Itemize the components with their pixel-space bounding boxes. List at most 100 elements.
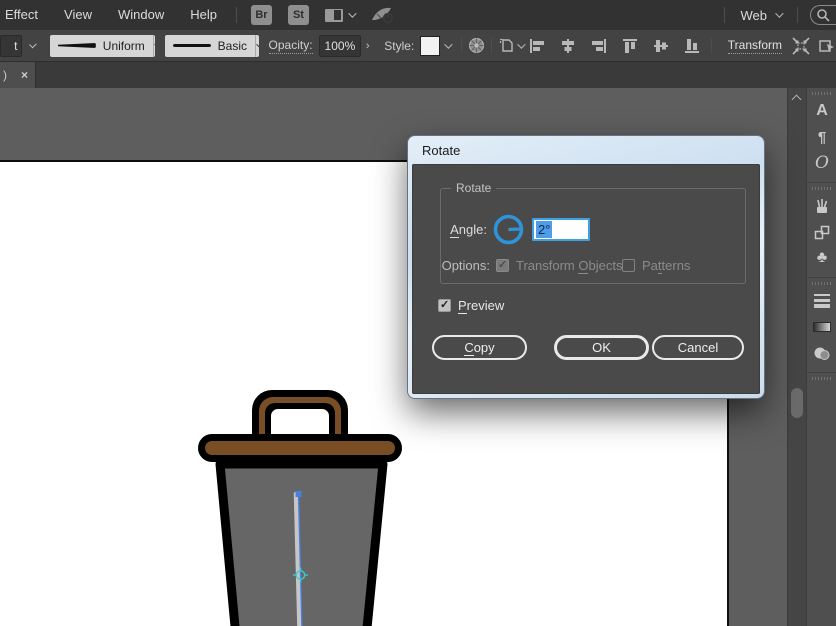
scroll-up-icon[interactable] [792, 95, 802, 105]
preview-label: Preview [458, 298, 504, 313]
preview-checkbox[interactable] [438, 299, 451, 312]
chevron-down-icon [256, 40, 258, 48]
brush-definition-dropdown[interactable]: Basic [165, 35, 259, 57]
panel-grip[interactable] [812, 377, 831, 380]
align-bottom-button[interactable] [683, 37, 701, 55]
ok-button[interactable]: OK [554, 335, 649, 360]
select-similar-objects-button[interactable] [818, 37, 836, 55]
brush-definition-value: Basic [218, 39, 247, 53]
opentype-panel-icon[interactable]: O [807, 150, 836, 176]
object-panel-group: ♣ [807, 182, 836, 277]
rotate-groupbox-label: Rotate [451, 181, 496, 195]
close-tab-icon[interactable]: × [21, 68, 28, 82]
opacity-arrow-button[interactable]: › [361, 35, 374, 57]
menubar-separator [724, 7, 725, 23]
anchor-point-top[interactable] [296, 491, 302, 497]
align-horizontal-center-button[interactable] [559, 37, 577, 55]
align-horizontal-center-icon [560, 38, 576, 54]
chevron-down-icon [348, 9, 356, 17]
stock-button[interactable]: St [288, 5, 309, 25]
gradient-panel-icon[interactable] [807, 314, 836, 340]
search-field[interactable] [810, 5, 836, 25]
dialog-title: Rotate [422, 143, 460, 158]
chevron-down-icon [775, 9, 783, 17]
opacity-link[interactable]: Opacity: [269, 38, 313, 54]
graphic-styles-panel-icon[interactable] [807, 219, 836, 245]
transform-link[interactable]: Transform [728, 38, 782, 54]
paragraph-panel-icon[interactable]: ¶ [807, 124, 836, 150]
style-swatch[interactable] [420, 36, 439, 56]
menu-effect[interactable]: Effect [0, 0, 51, 30]
arrange-documents-button[interactable] [325, 9, 354, 22]
rotate-dialog: Rotate Rotate Angle: 2° Options: Transfo… [408, 136, 764, 398]
width-profile-dropdown[interactable]: Uniform [50, 35, 155, 57]
menu-bar: Effect View Window Help Br St Web [0, 0, 836, 30]
menubar-separator [797, 7, 798, 23]
menu-view[interactable]: View [51, 0, 105, 30]
brush-stroke-icon [173, 44, 211, 47]
isolate-selected-object-button[interactable] [792, 37, 810, 55]
angle-input[interactable]: 2° [532, 218, 590, 241]
menu-help[interactable]: Help [177, 0, 230, 30]
align-to-artboard-icon [499, 38, 515, 54]
align-right-button[interactable] [590, 37, 608, 55]
stroke-weight-value[interactable]: t [0, 35, 22, 57]
dialog-body: Rotate Angle: 2° Options: Transform Obje… [412, 164, 760, 394]
align-top-icon [622, 38, 638, 54]
search-icon [816, 8, 830, 22]
copy-button[interactable]: Copy [432, 335, 527, 360]
dialog-title-bar[interactable]: Rotate [412, 136, 760, 164]
controlbar-separator [461, 38, 462, 54]
bridge-button[interactable]: Br [251, 5, 272, 25]
transform-objects-checkbox [496, 259, 509, 272]
symbols-panel-icon[interactable]: ♣ [807, 245, 836, 271]
style-label: Style: [384, 39, 414, 53]
character-panel-icon[interactable]: A [807, 98, 836, 124]
angle-dial[interactable] [492, 213, 525, 246]
opacity-value[interactable]: 100% [319, 35, 362, 57]
scrollbar-thumb[interactable] [791, 388, 803, 418]
cancel-button[interactable]: Cancel [652, 335, 744, 360]
stroke-weight-chevron-icon[interactable] [30, 40, 38, 48]
control-bar: t Uniform Basic Opacity: 100% › Style: [0, 30, 836, 62]
document-tab-label: ) [3, 68, 7, 82]
brushes-panel-icon[interactable] [807, 193, 836, 219]
select-similar-icon [818, 37, 836, 55]
recolor-artwork-button[interactable] [468, 37, 485, 55]
width-profile-chevron[interactable] [153, 35, 155, 57]
align-bottom-icon [684, 38, 700, 54]
illustrator-window: Effect View Window Help Br St Web [0, 0, 836, 626]
style-chevron[interactable] [440, 43, 456, 49]
align-vertical-center-icon [653, 38, 669, 54]
document-tab[interactable]: ) × [0, 62, 36, 88]
workspace-switcher[interactable]: Web [731, 8, 792, 23]
panel-grip[interactable] [812, 187, 831, 190]
panel-grip[interactable] [812, 92, 831, 95]
gpu-performance-button[interactable] [370, 5, 394, 25]
appearance-panel-group [807, 277, 836, 372]
menu-window[interactable]: Window [105, 0, 177, 30]
align-to-selection-dropdown[interactable] [498, 37, 524, 55]
panel-grip[interactable] [812, 282, 831, 285]
chevron-down-icon [445, 40, 453, 48]
transparency-panel-icon[interactable] [807, 340, 836, 366]
brush-chevron[interactable] [255, 35, 259, 57]
align-buttons [528, 37, 701, 55]
workspace-label: Web [741, 8, 768, 23]
chevron-down-icon [517, 40, 525, 48]
panel-icon-strip: A ¶ O ♣ [806, 88, 836, 626]
align-left-button[interactable] [528, 37, 546, 55]
align-top-button[interactable] [621, 37, 639, 55]
type-panel-group: A ¶ O [807, 92, 836, 182]
empty-panel-group [807, 372, 836, 572]
trash-lid[interactable] [202, 438, 399, 459]
width-profile-icon [58, 43, 96, 48]
vertical-scrollbar[interactable] [787, 88, 806, 626]
stroke-panel-icon[interactable] [807, 288, 836, 314]
color-wheel-icon [468, 37, 485, 54]
arrows-inward-icon [792, 37, 810, 55]
align-vertical-center-button[interactable] [652, 37, 670, 55]
trash-can-artwork[interactable] [180, 368, 420, 626]
chevron-down-icon [154, 40, 155, 48]
menubar-separator [236, 7, 237, 23]
